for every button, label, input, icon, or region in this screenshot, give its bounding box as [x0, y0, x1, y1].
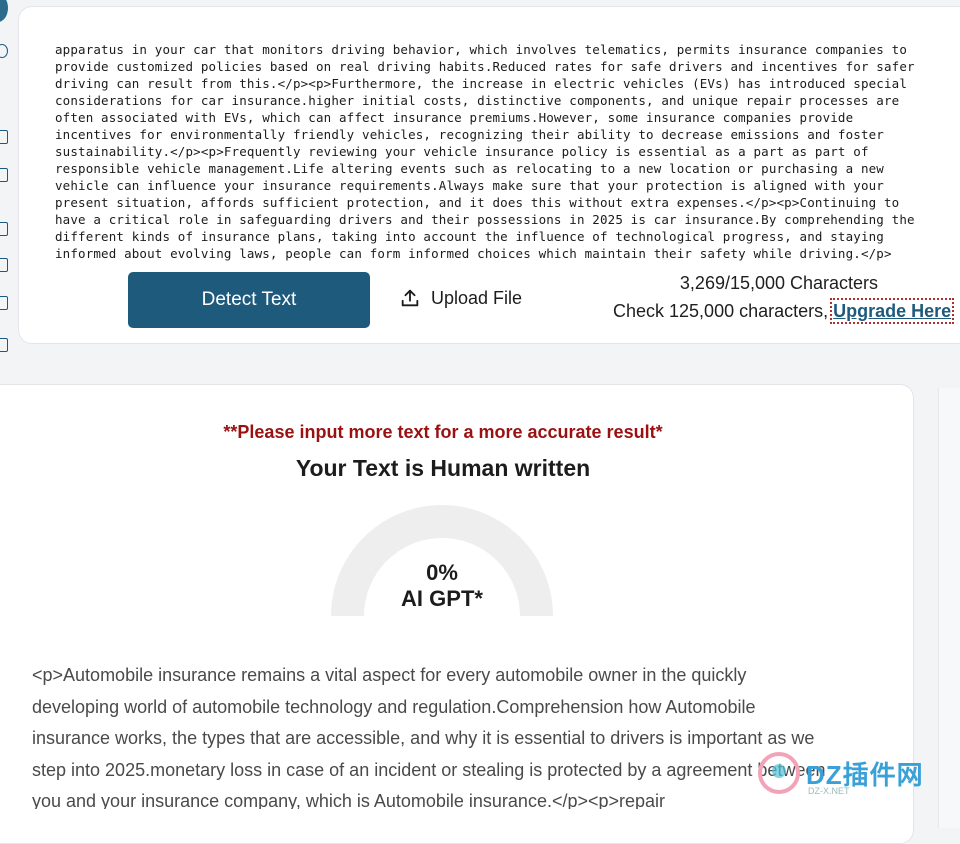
editor-line: provide customized policies based on rea… [55, 59, 915, 74]
editor-line: driving can result from this.</p><p>Furt… [55, 76, 907, 91]
watermark: DZ插件网 DZ-X.NET [758, 740, 958, 806]
folder-icon[interactable] [0, 338, 8, 352]
logo-icon[interactable] [0, 0, 8, 22]
editor-line: informed about evolving laws, people can… [55, 246, 892, 261]
editor-line: often associated with EVs, which can aff… [55, 110, 854, 125]
upgrade-here-link[interactable]: Upgrade Here [830, 298, 955, 324]
editor-line: vehicle can influence your insurance req… [55, 178, 884, 193]
copy-icon[interactable] [0, 168, 8, 182]
upgrade-prompt: Check 125,000 characters, Upgrade Here [613, 298, 960, 324]
editor-line: responsible vehicle management.Life alte… [55, 161, 884, 176]
upgrade-prompt-text: Check 125,000 characters, [613, 301, 829, 321]
upload-file-label: Upload File [431, 287, 523, 308]
editor-line: considerations for car insurance.higher … [55, 93, 900, 108]
verdict-title: Your Text is Human written [295, 455, 591, 481]
editor-line: different kinds of insurance plans, taki… [55, 229, 884, 244]
upload-file-button[interactable]: Upload File [399, 283, 522, 313]
editor-line: present situation, affords sufficient pr… [55, 195, 900, 210]
analyzed-text-output: <p>Automobile insurance remains a vital … [32, 665, 826, 809]
editor-line: incentives for environmentally friendly … [55, 127, 884, 142]
lock-icon[interactable] [0, 258, 8, 272]
watermark-logo-icon [758, 752, 800, 794]
left-icon-strip [0, 0, 12, 360]
upload-icon [401, 289, 419, 307]
gauge-percent: 0% [426, 560, 458, 585]
editor-line: apparatus in your car that monitors driv… [55, 42, 907, 57]
editor-card: apparatus in your car that monitors driv… [18, 6, 960, 344]
text-input-area[interactable]: apparatus in your car that monitors driv… [55, 41, 955, 269]
editor-line: sustainability.</p><p>Frequently reviewi… [55, 144, 869, 159]
document-icon[interactable] [0, 130, 8, 144]
search-icon[interactable] [0, 44, 8, 58]
watermark-subtext: DZ-X.NET [808, 786, 850, 796]
tool-icon[interactable] [0, 222, 8, 236]
page-icon[interactable] [0, 296, 8, 310]
accuracy-warning: **Please input more text for a more accu… [223, 422, 663, 442]
editor-line: have a critical role in safeguarding dri… [55, 212, 915, 227]
detect-text-button[interactable]: Detect Text [128, 272, 370, 328]
character-count: 3,269/15,000 Characters [679, 273, 879, 293]
gauge-label: AI GPT* [401, 586, 483, 611]
